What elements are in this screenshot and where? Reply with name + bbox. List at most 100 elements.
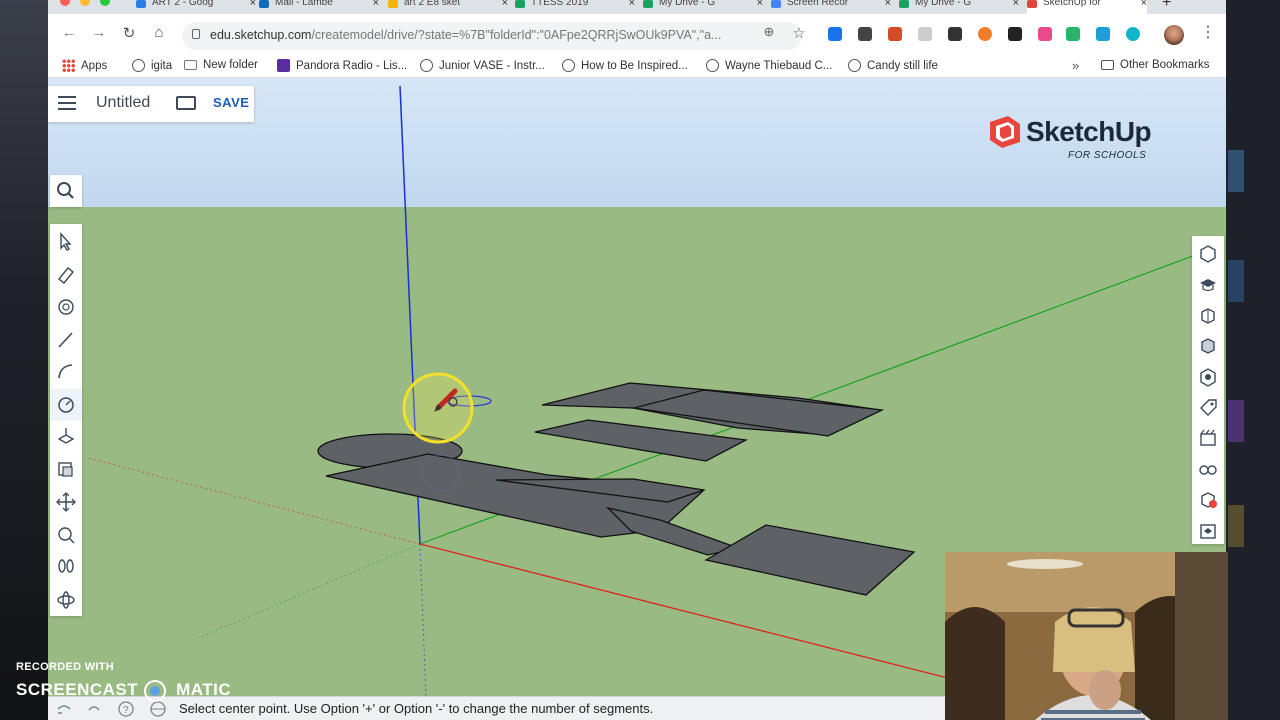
tab-close-icon[interactable]: ×	[757, 0, 763, 9]
extension-icon[interactable]	[948, 27, 962, 41]
extension-icon[interactable]	[1126, 27, 1140, 41]
save-button[interactable]: SAVE	[213, 95, 249, 110]
forward-button[interactable]: →	[88, 24, 110, 41]
install-icon[interactable]: ⊕	[758, 24, 780, 40]
bookmark-label: Candy still life	[867, 59, 938, 72]
walk-button[interactable]	[50, 551, 82, 583]
instructor-panel-button[interactable]	[1192, 269, 1224, 299]
undo-icon[interactable]	[86, 701, 102, 717]
extension-icon[interactable]	[888, 27, 902, 41]
minimize-window-button[interactable]	[80, 0, 90, 6]
outliner-panel-button[interactable]	[1192, 484, 1224, 514]
extension-icon[interactable]	[1066, 27, 1080, 41]
other-bookmarks[interactable]: Other Bookmarks	[1101, 59, 1209, 71]
tab-close-icon[interactable]: ×	[373, 0, 379, 9]
extension-icon[interactable]	[858, 27, 872, 41]
profile-avatar[interactable]	[1164, 25, 1184, 45]
extension-icon[interactable]	[828, 27, 842, 41]
browser-tab[interactable]: Mail - Lambe ×	[259, 0, 379, 14]
browser-tab[interactable]: ART 2 - Goog ×	[136, 0, 256, 14]
extension-icon[interactable]	[1096, 27, 1110, 41]
bookmark-star-icon[interactable]: ☆	[788, 24, 810, 42]
components-panel-button[interactable]	[1192, 300, 1224, 330]
select-tool-button[interactable]	[50, 226, 82, 258]
hamburger-menu-icon[interactable]	[58, 96, 76, 110]
push-pull-button[interactable]	[50, 421, 82, 453]
components-icon	[1201, 307, 1215, 324]
line-tool-button[interactable]	[50, 324, 82, 356]
extension-icon[interactable]	[978, 27, 992, 41]
tab-close-icon[interactable]: ×	[885, 0, 891, 9]
line-tool-icon	[58, 331, 73, 348]
menu-kebab-icon[interactable]: ⋮	[1200, 22, 1216, 42]
styles-panel-button[interactable]	[1192, 361, 1224, 391]
help-icon[interactable]: ?	[118, 701, 134, 717]
bookmark-item[interactable]: Pandora Radio - Lis...	[277, 59, 407, 72]
move-tool-button[interactable]	[50, 486, 82, 518]
face[interactable]	[534, 419, 749, 462]
document-title[interactable]: Untitled	[96, 94, 150, 112]
face[interactable]	[704, 524, 916, 596]
materials-panel-button[interactable]	[1192, 330, 1224, 360]
bookmark-label: How to Be Inspired...	[581, 59, 688, 72]
offset-button[interactable]	[50, 454, 82, 486]
bookmark-item[interactable]: igita	[132, 59, 172, 72]
bookmark-label: igita	[151, 59, 173, 72]
bookmark-item[interactable]: Wayne Thiebaud C...	[706, 59, 832, 72]
close-window-button[interactable]	[60, 0, 70, 6]
tab-close-icon[interactable]: ×	[1141, 0, 1147, 9]
extension-icon[interactable]	[1038, 27, 1052, 41]
reload-button[interactable]: ↻	[118, 24, 140, 42]
scenes-panel-button[interactable]	[1192, 423, 1224, 453]
display-panel-button[interactable]	[1192, 454, 1224, 484]
bookmark-item[interactable]: Apps	[62, 59, 107, 72]
orbit-status-icon[interactable]	[56, 701, 72, 717]
circle-tool-button[interactable]	[50, 388, 82, 421]
back-button[interactable]: ←	[58, 24, 80, 41]
bookmark-label: Apps	[81, 59, 108, 72]
bookmark-label: Pandora Radio - Lis...	[296, 59, 408, 72]
new-tab-button[interactable]: +	[1162, 0, 1171, 12]
globe-icon[interactable]	[150, 701, 166, 717]
browser-tab[interactable]: My Drive - G ×	[643, 0, 763, 14]
tab-close-icon[interactable]: ×	[629, 0, 635, 9]
browser-tab[interactable]: My Drive - G ×	[899, 0, 1019, 14]
maximize-window-button[interactable]	[100, 0, 110, 6]
tab-favicon-icon	[515, 0, 525, 8]
other-bookmarks-label: Other Bookmarks	[1120, 59, 1210, 71]
browser-tab[interactable]: TTESS 2019 ×	[515, 0, 635, 14]
bookmarks-overflow-button[interactable]: »	[1072, 58, 1079, 73]
outliner-icon	[1201, 492, 1217, 509]
bookmark-item[interactable]: Candy still life	[848, 59, 938, 72]
tab-close-icon[interactable]: ×	[250, 0, 256, 9]
tags-panel-button[interactable]	[1192, 392, 1224, 422]
home-button[interactable]: ⌂	[148, 24, 170, 41]
walk-icon	[58, 559, 74, 573]
extension-icon[interactable]	[918, 27, 932, 41]
tab-label: SketchUp for	[1043, 0, 1101, 8]
tape-measure-button[interactable]	[50, 519, 82, 551]
arc-tool-button[interactable]	[50, 356, 82, 388]
bookmark-item[interactable]: Junior VASE - Instr...	[420, 59, 545, 72]
sketchup-logo-mark	[990, 116, 1020, 148]
bookmark-item[interactable]: New folder	[184, 59, 258, 71]
move-tool-icon	[56, 492, 76, 512]
entity-info-panel-button[interactable]	[1192, 238, 1224, 268]
tab-strip: ART 2 - Goog × Mail - Lambe × art 2 E8 sket ×…	[48, 0, 1226, 14]
browser-tab[interactable]: art 2 E8 sket ×	[388, 0, 508, 14]
open-folder-icon[interactable]	[176, 96, 196, 110]
watermark-screencast: SCREENCAST MATIC	[16, 680, 231, 700]
browser-tab[interactable]: SketchUp for ×	[1027, 0, 1147, 14]
paint-bucket-button[interactable]	[50, 291, 82, 323]
eraser-tool-button[interactable]	[50, 259, 82, 291]
3d-warehouse-panel-button[interactable]	[1192, 515, 1224, 545]
browser-tab[interactable]: Screen Recor ×	[771, 0, 891, 14]
search-button[interactable]	[50, 175, 82, 207]
qr-code-icon[interactable]	[1008, 27, 1022, 41]
bookmark-item[interactable]: How to Be Inspired...	[562, 59, 688, 72]
orbit-button[interactable]	[50, 584, 82, 616]
tab-close-icon[interactable]: ×	[1013, 0, 1019, 9]
address-bar[interactable]: edu.sketchup.com/createmodel/drive/?stat…	[182, 22, 802, 50]
tab-close-icon[interactable]: ×	[502, 0, 508, 9]
entity-info-icon	[1200, 245, 1216, 263]
